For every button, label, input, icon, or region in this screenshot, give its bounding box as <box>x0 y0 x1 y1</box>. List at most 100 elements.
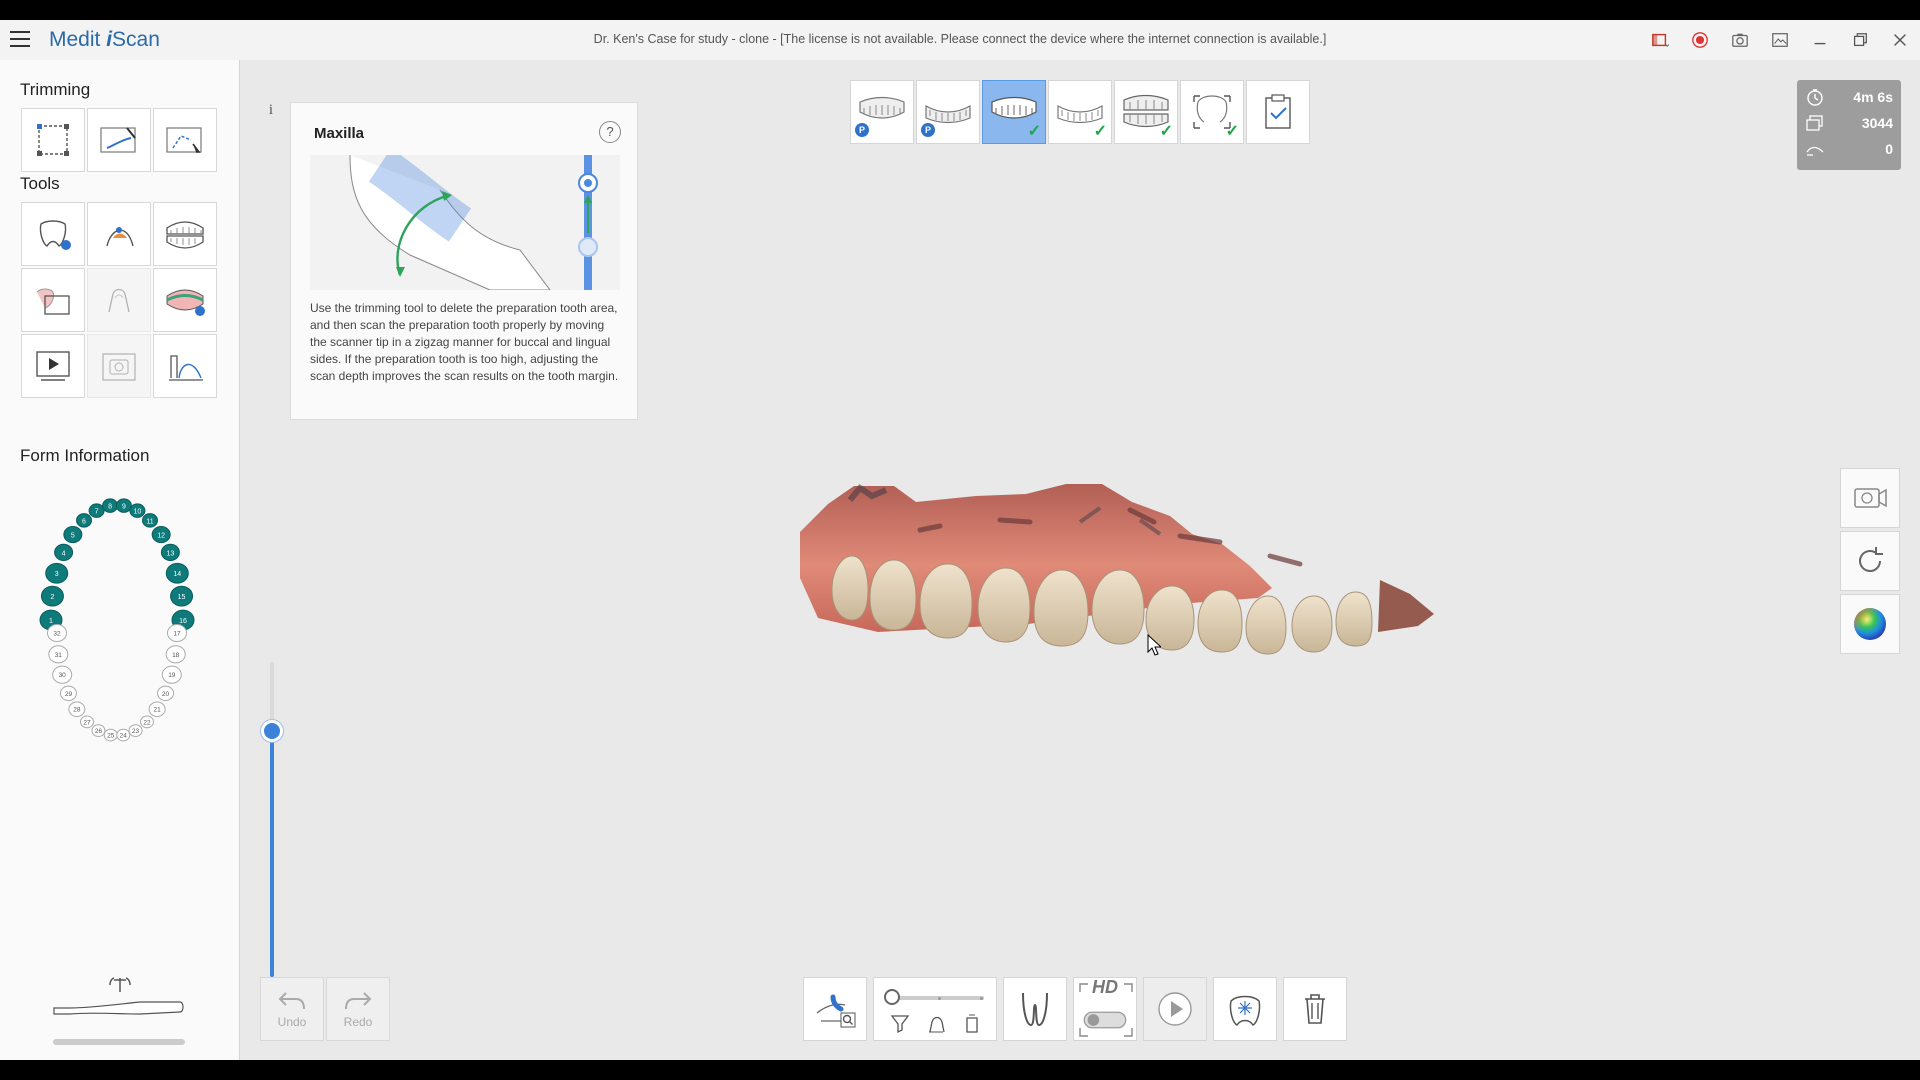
title-controls <box>1640 20 1920 60</box>
restore-icon[interactable] <box>1840 20 1880 60</box>
polygon-trim-icon <box>166 127 202 153</box>
undo-button[interactable]: Undo <box>260 977 324 1041</box>
arch-occlusion-icon <box>166 289 205 316</box>
minimize-icon[interactable] <box>1800 20 1840 60</box>
mouse-cursor-icon <box>1147 634 1161 656</box>
lower-tooth-number: 26 <box>95 728 103 735</box>
lower-tooth-number: 24 <box>120 733 128 740</box>
stage-mandible[interactable]: ✓ <box>1048 80 1112 144</box>
lower-tooth-number: 31 <box>55 652 63 659</box>
play-icon <box>1158 992 1192 1026</box>
stage-review[interactable] <box>1246 80 1310 144</box>
frame-corners-icon <box>1079 983 1133 1037</box>
upper-tooth-number: 16 <box>179 618 187 625</box>
completed-check-icon: ✓ <box>1093 123 1107 140</box>
filter-slider-handle[interactable] <box>884 989 900 1005</box>
lasso-select-icon <box>37 124 69 156</box>
play-screen-icon <box>36 351 70 381</box>
help-icon[interactable]: ? <box>599 121 621 143</box>
upper-tooth-number: 12 <box>157 533 165 540</box>
trimming-tools <box>21 108 217 172</box>
guide-description: Use the trimming tool to delete the prep… <box>310 301 619 383</box>
brush-trim-tool[interactable] <box>87 108 151 172</box>
stage-occlusion[interactable]: ✓ <box>1114 80 1178 144</box>
scan-depth-handle[interactable] <box>261 720 283 743</box>
margin-line-tool[interactable] <box>87 202 151 266</box>
tooth-chart[interactable]: 12345678 9101112131415163231302928272625 2… <box>22 480 212 810</box>
form-info-title: Form Information <box>20 446 150 465</box>
bottom-toolbar: HD <box>803 977 1347 1041</box>
abutment-tool[interactable] <box>87 268 151 332</box>
completed-check-icon: ✓ <box>1225 123 1239 140</box>
abutment-icon <box>108 288 130 313</box>
app-window: Medit iScan Dr. Ken's Case for study - c… <box>0 20 1920 1060</box>
photo-tool[interactable] <box>21 268 85 332</box>
tools-title: Tools <box>20 174 60 193</box>
close-icon[interactable] <box>1880 20 1920 60</box>
gallery-icon[interactable] <box>1760 20 1800 60</box>
redo-button[interactable]: Redo <box>326 977 390 1041</box>
lasso-select-tool[interactable] <box>21 108 85 172</box>
viewer-controls <box>1840 468 1900 654</box>
filter-mode-icons <box>882 1012 990 1034</box>
third-stat-value: 0 <box>1885 141 1893 157</box>
polygon-trim-tool[interactable] <box>153 108 217 172</box>
ai-scan-button[interactable] <box>1213 977 1277 1041</box>
completed-check-icon: ✓ <box>1027 123 1041 140</box>
lower-tooth-number: 25 <box>107 733 115 740</box>
completed-check-icon: ✓ <box>1159 123 1173 140</box>
delete-button[interactable] <box>1283 977 1347 1041</box>
reset-view-button[interactable] <box>1840 531 1900 591</box>
stage-maxilla-pre[interactable]: P <box>850 80 914 144</box>
stage-face-scan[interactable]: ✓ <box>1180 80 1244 144</box>
tooth-filter-icon[interactable] <box>925 1012 947 1034</box>
container-icon[interactable] <box>961 1012 983 1034</box>
layout-toggle-icon[interactable] <box>1640 20 1680 60</box>
brush-trim-icon <box>100 127 136 153</box>
upper-tooth-number: 10 <box>133 509 141 516</box>
screenshot-icon[interactable] <box>1720 20 1760 60</box>
scan-3d-model[interactable] <box>800 460 1460 740</box>
upper-tooth-number: 11 <box>146 518 153 525</box>
measure-tool[interactable] <box>153 334 217 398</box>
color-sphere-icon <box>1854 608 1886 640</box>
upper-tooth-number: 3 <box>55 571 59 578</box>
guide-panel: Maxilla ? Use the trimming tool to delet… <box>290 102 638 420</box>
title-bar: Medit iScan Dr. Ken's Case for study - c… <box>0 20 1920 60</box>
scan-filter-button[interactable] <box>803 977 867 1041</box>
scanner-device-icon <box>53 977 185 1045</box>
undo-label: Undo <box>277 1015 307 1029</box>
upper-tooth-number: 8 <box>108 504 112 511</box>
lower-tooth-number: 22 <box>143 719 151 726</box>
lower-tooth-number: 17 <box>173 631 181 638</box>
upper-tooth-number: 6 <box>82 518 86 525</box>
color-map-button[interactable] <box>1840 594 1900 654</box>
arch-mode-button[interactable] <box>1003 977 1067 1041</box>
funnel-icon[interactable] <box>889 1012 911 1034</box>
frame-count-row: 3044 <box>1805 112 1893 134</box>
video-camera-button[interactable] <box>1840 468 1900 528</box>
filter-slider-panel[interactable] <box>873 977 997 1041</box>
hd-mode-button[interactable]: HD <box>1073 977 1137 1041</box>
occlusion-tool[interactable] <box>153 268 217 332</box>
capture-tool[interactable] <box>87 334 151 398</box>
video-tool[interactable] <box>21 334 85 398</box>
info-icon[interactable]: i <box>262 102 280 120</box>
refresh-icon <box>1859 547 1883 572</box>
undo-icon <box>278 992 305 1010</box>
lower-tooth-number: 29 <box>65 691 73 698</box>
lower-tooth-number: 20 <box>162 691 170 698</box>
slider-tick <box>938 997 941 1000</box>
play-button[interactable] <box>1143 977 1207 1041</box>
record-icon[interactable] <box>1680 20 1720 60</box>
scan-depth-fill <box>270 731 274 977</box>
scan-depth-slider[interactable] <box>261 662 283 977</box>
upper-tooth-number: 2 <box>50 594 54 601</box>
trimming-title: Trimming <box>20 80 91 99</box>
stage-maxilla[interactable]: ✓ <box>982 80 1046 144</box>
stage-mandible-pre[interactable]: P <box>916 80 980 144</box>
filter-slider-track[interactable] <box>888 996 984 1000</box>
lock-area-tool[interactable] <box>21 202 85 266</box>
upper-tooth-number: 9 <box>122 504 126 511</box>
bite-tool[interactable] <box>153 202 217 266</box>
